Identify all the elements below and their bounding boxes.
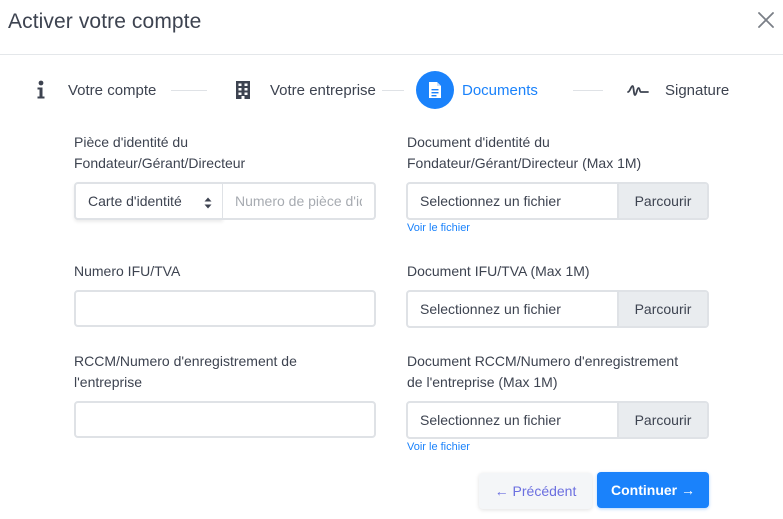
previous-button[interactable]: ← Précédent: [479, 473, 592, 509]
rccm-input[interactable]: [74, 401, 376, 438]
label-line: Fondateur/Gérant/Directeur: [74, 155, 246, 171]
browse-button[interactable]: Parcourir: [617, 403, 707, 437]
step-connector: [573, 90, 603, 91]
chevron-updown-icon: [204, 196, 212, 210]
close-icon[interactable]: [757, 11, 775, 29]
file-placeholder[interactable]: Selectionnez un fichier: [408, 292, 617, 326]
modal-header: Activer votre compte: [0, 0, 783, 55]
step-signature[interactable]: Signature: [619, 70, 729, 110]
rccm-label: RCCM/Numero d'enregistrement de l'entrep…: [74, 351, 297, 393]
ifu-label: Numero IFU/TVA: [74, 263, 181, 279]
step-documents[interactable]: Documents: [416, 70, 538, 110]
step-label: Votre compte: [68, 81, 157, 99]
document-icon: [416, 71, 454, 109]
ifu-document-label: Document IFU/TVA (Max 1M): [407, 263, 590, 279]
step-label: Signature: [665, 81, 730, 99]
view-file-link[interactable]: Voir le fichier: [407, 222, 470, 234]
browse-button[interactable]: Parcourir: [617, 184, 707, 218]
label-line: Document d'identité du: [407, 134, 550, 150]
info-icon: [22, 71, 60, 109]
id-type-selected-value: Carte d'identité: [88, 193, 182, 209]
label-line: Document RCCM/Numero d'enregistrement: [407, 353, 679, 369]
step-label: Votre entreprise: [270, 81, 376, 99]
rccm-document-label: Document RCCM/Numero d'enregistrement de…: [407, 351, 678, 393]
ifu-document-file-input[interactable]: Selectionnez un fichier Parcourir: [406, 290, 709, 328]
rccm-document-file-input[interactable]: Selectionnez un fichier Parcourir: [406, 401, 709, 439]
step-connector: [171, 90, 207, 91]
label-line: Pièce d'identité du: [74, 134, 188, 150]
label-line: RCCM/Numero d'enregistrement de: [74, 353, 297, 369]
signature-icon: [619, 71, 657, 109]
building-icon: [224, 71, 262, 109]
step-votre-compte[interactable]: Votre compte: [22, 70, 156, 110]
view-file-link[interactable]: Voir le fichier: [407, 441, 470, 453]
ifu-input[interactable]: [74, 290, 376, 327]
step-label: Documents: [462, 81, 538, 99]
stepper: Votre compte Votre entreprise Documents …: [0, 70, 783, 110]
modal-title: Activer votre compte: [8, 10, 202, 33]
step-connector: [382, 90, 404, 91]
id-document-label: Document d'identité du Fondateur/Gérant/…: [407, 132, 641, 174]
id-piece-label: Pièce d'identité du Fondateur/Gérant/Dir…: [74, 132, 245, 174]
label-line: de l'entreprise (Max 1M): [407, 374, 558, 390]
activate-account-modal: Activer votre compte Votre compte Votre …: [0, 0, 783, 519]
label-line: l'entreprise: [74, 374, 143, 390]
continue-button[interactable]: Continuer →: [597, 472, 709, 508]
browse-button[interactable]: Parcourir: [617, 292, 707, 326]
file-placeholder[interactable]: Selectionnez un fichier: [408, 403, 617, 437]
step-votre-entreprise[interactable]: Votre entreprise: [224, 70, 376, 110]
file-placeholder[interactable]: Selectionnez un fichier: [408, 184, 617, 218]
id-document-file-input[interactable]: Selectionnez un fichier Parcourir: [406, 182, 709, 220]
id-type-select[interactable]: Carte d'identité: [74, 182, 223, 220]
label-line: Fondateur/Gérant/Directeur (Max 1M): [407, 155, 642, 171]
id-number-input[interactable]: [223, 182, 376, 220]
